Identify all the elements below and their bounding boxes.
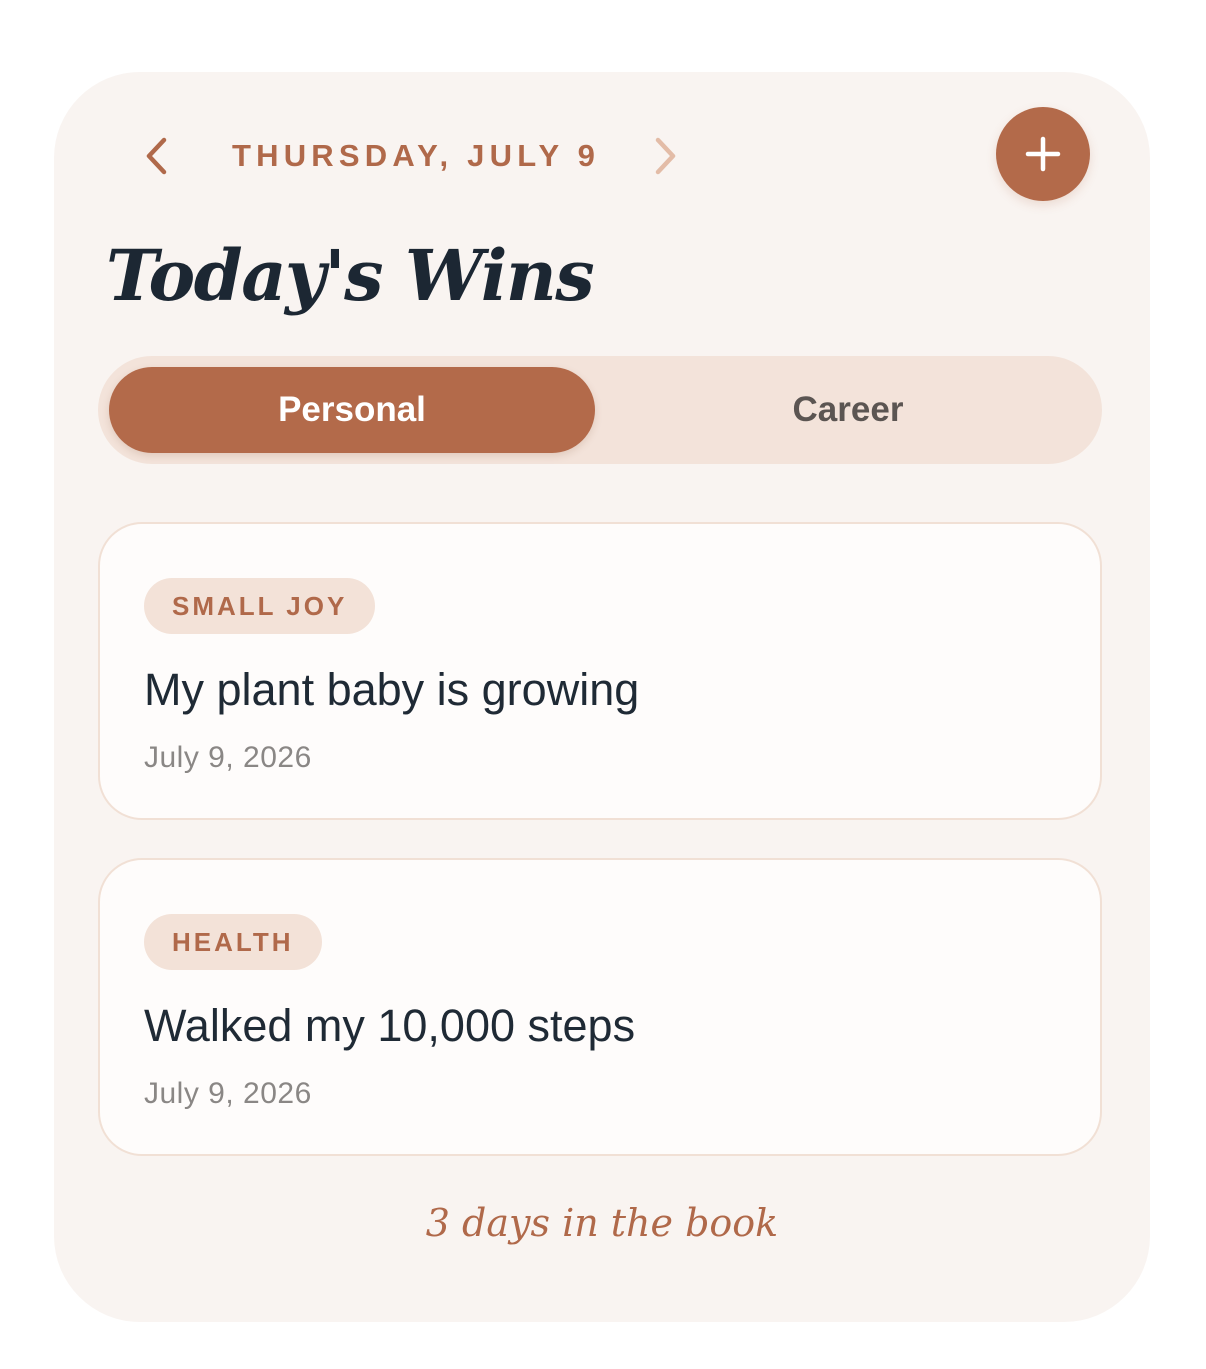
add-win-button[interactable] <box>996 107 1090 201</box>
previous-day-button[interactable] <box>138 134 174 178</box>
category-tag: SMALL JOY <box>144 578 376 634</box>
category-segmented-control: Personal Career <box>98 356 1102 464</box>
date-navigation: THURSDAY, JULY 9 <box>54 72 1150 242</box>
chevron-left-icon <box>146 137 167 175</box>
page-title: Today's Wins <box>106 234 595 317</box>
win-title: My plant baby is growing <box>144 664 640 715</box>
win-title: Walked my 10,000 steps <box>144 1000 636 1051</box>
tab-career[interactable]: Career <box>605 367 1091 453</box>
plus-icon <box>1025 136 1061 172</box>
streak-footer-text: 3 days in the book <box>425 1201 779 1245</box>
wins-panel: THURSDAY, JULY 9 Today's Wins Personal C… <box>54 72 1150 1322</box>
chevron-right-icon <box>655 137 676 175</box>
win-card[interactable]: SMALL JOY My plant baby is growing July … <box>98 522 1102 820</box>
win-card[interactable]: HEALTH Walked my 10,000 steps July 9, 20… <box>98 858 1102 1156</box>
win-date: July 9, 2026 <box>144 741 312 774</box>
next-day-button[interactable] <box>648 134 684 178</box>
current-date-label: THURSDAY, JULY 9 <box>232 138 601 173</box>
win-date: July 9, 2026 <box>144 1077 312 1110</box>
category-tag: HEALTH <box>144 914 322 970</box>
tab-personal[interactable]: Personal <box>109 367 595 453</box>
